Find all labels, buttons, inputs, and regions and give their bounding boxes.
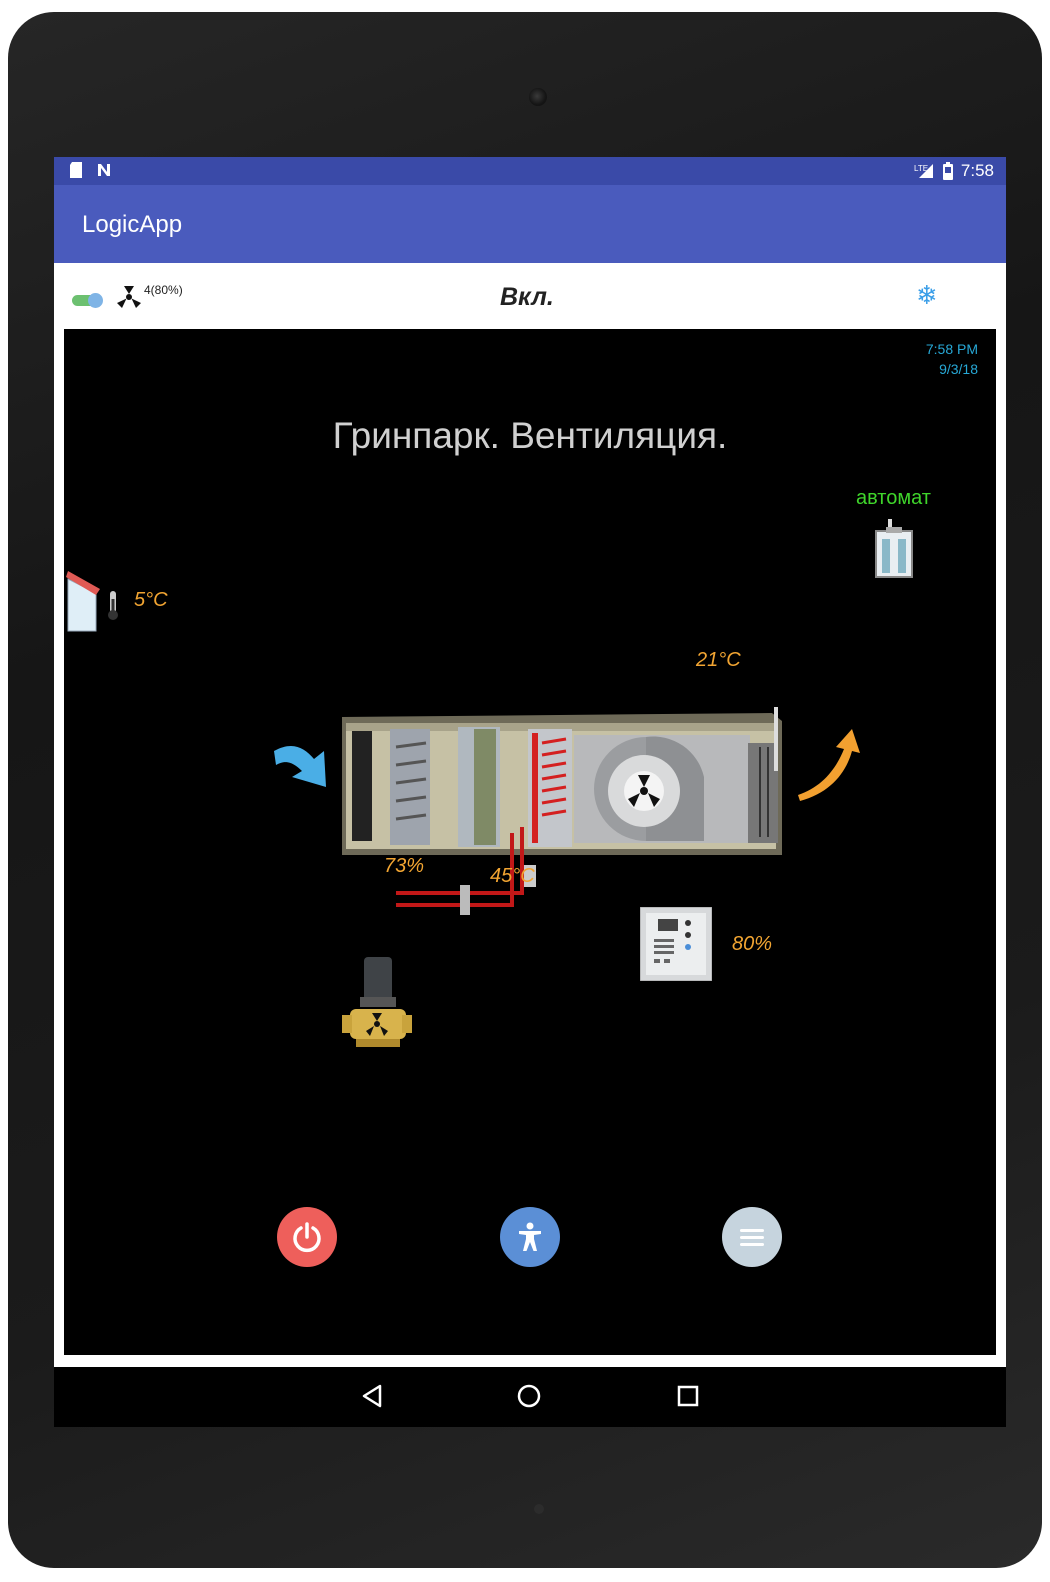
panel-clock: 7:58 PM 9/3/18 xyxy=(926,339,978,379)
app-bar: LogicApp xyxy=(54,185,1006,263)
status-time: 7:58 xyxy=(960,161,994,180)
power-button[interactable] xyxy=(277,1207,337,1267)
panel-title: Гринпарк. Вентиляция. xyxy=(332,415,728,456)
outside-temp-value: 5°C xyxy=(134,589,168,611)
signal-icon: LTE xyxy=(914,164,933,178)
exhaust-arrow-icon xyxy=(798,729,860,801)
front-camera xyxy=(529,88,547,106)
battery-icon xyxy=(942,162,953,180)
home-icon[interactable] xyxy=(516,1383,542,1409)
connection-toggle[interactable] xyxy=(72,293,103,308)
fan-speed-icon xyxy=(117,286,141,308)
building-icon xyxy=(66,571,100,632)
pump-icon[interactable] xyxy=(342,957,412,1051)
menu-button[interactable] xyxy=(722,1207,782,1267)
status-bar: LTE 7:58 xyxy=(54,157,1006,185)
power-icon xyxy=(293,1222,321,1253)
thermometer-icon xyxy=(108,591,118,620)
fan-speed-label: 4(80%) xyxy=(144,283,183,297)
clock-date: 9/3/18 xyxy=(939,361,978,377)
control-toolbar: 4(80%) Вкл. ❄ xyxy=(54,263,1006,329)
navigation-bar xyxy=(54,1367,1006,1427)
svg-text:LTE: LTE xyxy=(914,164,928,173)
controller-icon[interactable] xyxy=(640,907,712,981)
accessibility-icon xyxy=(519,1222,541,1251)
fan-output-value: 80% xyxy=(732,933,773,955)
water-temp-value: 45°C xyxy=(490,865,535,887)
device-screen: LTE 7:58 LogicApp 4(80%) Вкл. ❄ 7:58 PM … xyxy=(54,157,1006,1427)
hvac-panel: 7:58 PM 9/3/18 Гринпарк. Вентиляция. авт… xyxy=(64,329,996,1355)
sd-card-icon xyxy=(70,162,82,178)
accessibility-button[interactable] xyxy=(500,1207,560,1267)
intake-arrow-icon xyxy=(274,745,326,787)
microphone xyxy=(534,1504,544,1514)
clock-time: 7:58 PM xyxy=(925,341,978,357)
snowflake-icon[interactable]: ❄ xyxy=(916,281,938,311)
nfc-icon xyxy=(98,164,110,176)
mode-switch-icon[interactable] xyxy=(872,519,916,579)
mode-label: автомат xyxy=(856,487,931,509)
system-state-label: Вкл. xyxy=(500,283,554,311)
valve-open-value: 73% xyxy=(384,855,425,877)
menu-icon xyxy=(740,1229,764,1246)
recents-icon[interactable] xyxy=(676,1383,700,1409)
app-title: LogicApp xyxy=(82,211,183,238)
back-icon[interactable] xyxy=(360,1383,384,1409)
supply-temp-value: 21°C xyxy=(696,649,741,671)
